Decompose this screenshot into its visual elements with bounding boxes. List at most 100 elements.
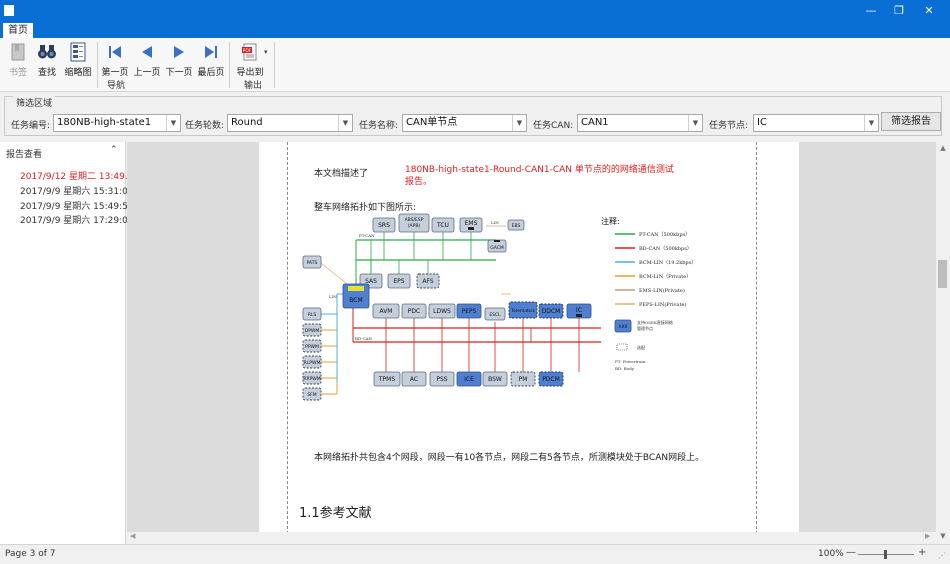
chevron-down-icon[interactable]: ▼	[688, 115, 702, 131]
document-page: 本文档描述了 180NB-high-state1-Round-CAN1-CAN …	[259, 142, 799, 534]
close-button[interactable]: ✕	[914, 0, 944, 22]
task-name-combo[interactable]: CAN单节点 ▼	[402, 114, 527, 132]
node-telematics-label: Telematics	[510, 308, 535, 314]
legend-box-label: XXX	[618, 324, 627, 330]
first-page-icon	[109, 46, 121, 58]
app-icon	[4, 5, 14, 16]
binoculars-icon	[38, 45, 56, 59]
zoom-slider-thumb[interactable]	[884, 550, 887, 559]
page-margin-right	[756, 142, 757, 534]
doc-summary-text: 本网络拓扑共包含4个网段，网段一有10各节点，网段二有5各节点，所测模块处于BC…	[314, 453, 705, 463]
node-ic-label: IC	[576, 307, 582, 314]
thumbnails-button[interactable]: 缩略图	[62, 41, 94, 78]
task-node-value: IC	[757, 117, 767, 128]
legend-bd-label: BD: Body	[615, 366, 635, 371]
chevron-down-icon[interactable]: ▼	[864, 115, 878, 131]
node-abs-label: ABS/ESP	[405, 217, 424, 223]
node-afs-label: AFS	[422, 278, 433, 285]
vertical-scrollbar[interactable]: ▲ ▼	[936, 142, 950, 544]
zoom-out-button[interactable]: —	[846, 547, 856, 558]
node-pdcm-label: PDCM	[542, 376, 560, 383]
prev-page-button[interactable]: 上一页	[132, 41, 162, 78]
export-dropdown-icon[interactable]: ▾	[264, 48, 268, 56]
doc-report-title-line1: 180NB-high-state1-Round-CAN1-CAN 单节点的的网络…	[405, 165, 674, 175]
report-item[interactable]: 2017/9/9 星期六 15:31:03	[20, 184, 134, 197]
node-ebs-label: EBS	[512, 223, 521, 229]
first-page-button[interactable]: 第一页	[100, 41, 130, 78]
node-srs-label: SRS	[378, 222, 390, 229]
report-item[interactable]: 2017/9/9 星期六 15:49:59	[20, 199, 134, 212]
minimize-button[interactable]: —	[856, 0, 886, 22]
legend-label: BCM-LIN（19.2kbps）	[639, 260, 696, 266]
task-can-combo[interactable]: CAN1 ▼	[577, 114, 703, 132]
node-rls-label: RLS	[308, 312, 317, 318]
legend-label: BCM-LIN（Private）	[639, 274, 691, 280]
last-page-label: 最后页	[197, 68, 225, 78]
node-ldws-label: LDWS	[433, 308, 451, 315]
lin-label: LIN	[329, 294, 337, 299]
output-group-label: 输出	[244, 81, 263, 91]
node-abs-label2: (APB)	[408, 223, 421, 229]
ribbon-separator	[229, 42, 230, 88]
chevron-down-icon[interactable]: ▼	[338, 115, 352, 131]
resize-grip-icon[interactable]: ⋰	[938, 551, 946, 560]
task-round-value: Round	[231, 117, 263, 128]
next-page-button[interactable]: 下一页	[164, 41, 194, 78]
legend-optional-box	[616, 343, 628, 351]
legend-label: PEPS-LIN(Private)	[639, 301, 686, 308]
report-item[interactable]: 2017/9/12 星期二 13:49...	[20, 169, 133, 182]
title-bar: — ❐ ✕	[0, 0, 950, 22]
node-tcu-label: TCU	[436, 222, 449, 229]
document-viewer[interactable]: 本文档描述了 180NB-high-state1-Round-CAN1-CAN …	[127, 142, 936, 544]
scroll-up-icon[interactable]: ▲	[936, 144, 950, 152]
doc-report-title-line2: 报告。	[405, 177, 433, 187]
page-margin-left	[287, 142, 288, 534]
tab-home[interactable]: 首页	[3, 23, 33, 38]
restore-button[interactable]: ❐	[884, 0, 914, 22]
ribbon: 书签 查找 缩略图 第一页 上一页 下一页 最后页 导航 PDF 导出到 ▾ 输…	[0, 38, 950, 92]
node-abs	[398, 213, 430, 233]
task-name-label: 任务名称:	[359, 121, 399, 131]
last-page-button[interactable]: 最后页	[196, 41, 226, 78]
export-label: 导出到	[236, 68, 264, 78]
legend-label: EMS-LIN(Private)	[639, 287, 685, 294]
report-item[interactable]: 2017/9/9 星期六 17:29:09	[20, 213, 134, 226]
scroll-left-icon[interactable]: ◀	[130, 532, 135, 540]
collapse-icon[interactable]: ⌃	[110, 145, 118, 155]
task-node-combo[interactable]: IC ▼	[753, 114, 879, 132]
scroll-right-icon[interactable]: ▶	[925, 532, 930, 540]
horizontal-scrollbar[interactable]: ◀ ▶	[127, 532, 936, 544]
ribbon-tab-strip: 首页	[0, 22, 950, 38]
bookmark-button[interactable]: 书签	[4, 41, 32, 78]
node-bsw-label: BSW	[488, 376, 502, 383]
scroll-down-icon[interactable]: ▼	[936, 532, 950, 540]
filter-area: 筛选区域 任务编号: 180NB-high-state1 ▼ 任务轮数: Rou…	[4, 96, 942, 136]
find-button[interactable]: 查找	[34, 41, 60, 78]
vertical-scroll-thumb[interactable]	[938, 260, 947, 288]
node-avm-label: AVM	[379, 308, 392, 315]
doc-intro-text: 本文档描述了	[314, 169, 369, 179]
task-id-combo[interactable]: 180NB-high-state1 ▼	[53, 114, 181, 132]
zoom-in-button[interactable]: +	[918, 547, 926, 558]
next-page-icon	[174, 46, 184, 58]
node-pm-label: PM	[519, 376, 528, 383]
first-page-label: 第一页	[101, 68, 129, 78]
node-ice-label: ICE	[464, 376, 474, 383]
report-list-header: 报告查看	[6, 150, 43, 160]
navigation-group-label: 导航	[107, 81, 126, 91]
pdf-export-icon: PDF	[242, 43, 257, 61]
export-button[interactable]: PDF 导出到	[232, 41, 268, 78]
node-ppwm-label: PPWM	[305, 344, 319, 350]
node-sfm-label: SFM	[307, 392, 316, 398]
legend: PT-CAN（500kbps） BD-CAN（500kbps） BCM-LIN（19…	[615, 232, 696, 308]
chevron-down-icon[interactable]: ▼	[512, 115, 526, 131]
task-round-combo[interactable]: Round ▼	[227, 114, 353, 132]
task-id-label: 任务编号:	[11, 121, 51, 131]
legend-pt-label: PT: Powertrain	[615, 359, 646, 364]
doc-report-title: 180NB-high-state1-Round-CAN1-CAN 单节点的的网络…	[405, 164, 675, 188]
chevron-down-icon[interactable]: ▼	[166, 115, 180, 131]
page-indicator: Page 3 of 7	[5, 549, 56, 559]
next-page-label: 下一页	[165, 68, 193, 78]
thumbnails-label: 缩略图	[64, 68, 92, 78]
filter-report-button[interactable]: 筛选报告	[881, 112, 941, 131]
